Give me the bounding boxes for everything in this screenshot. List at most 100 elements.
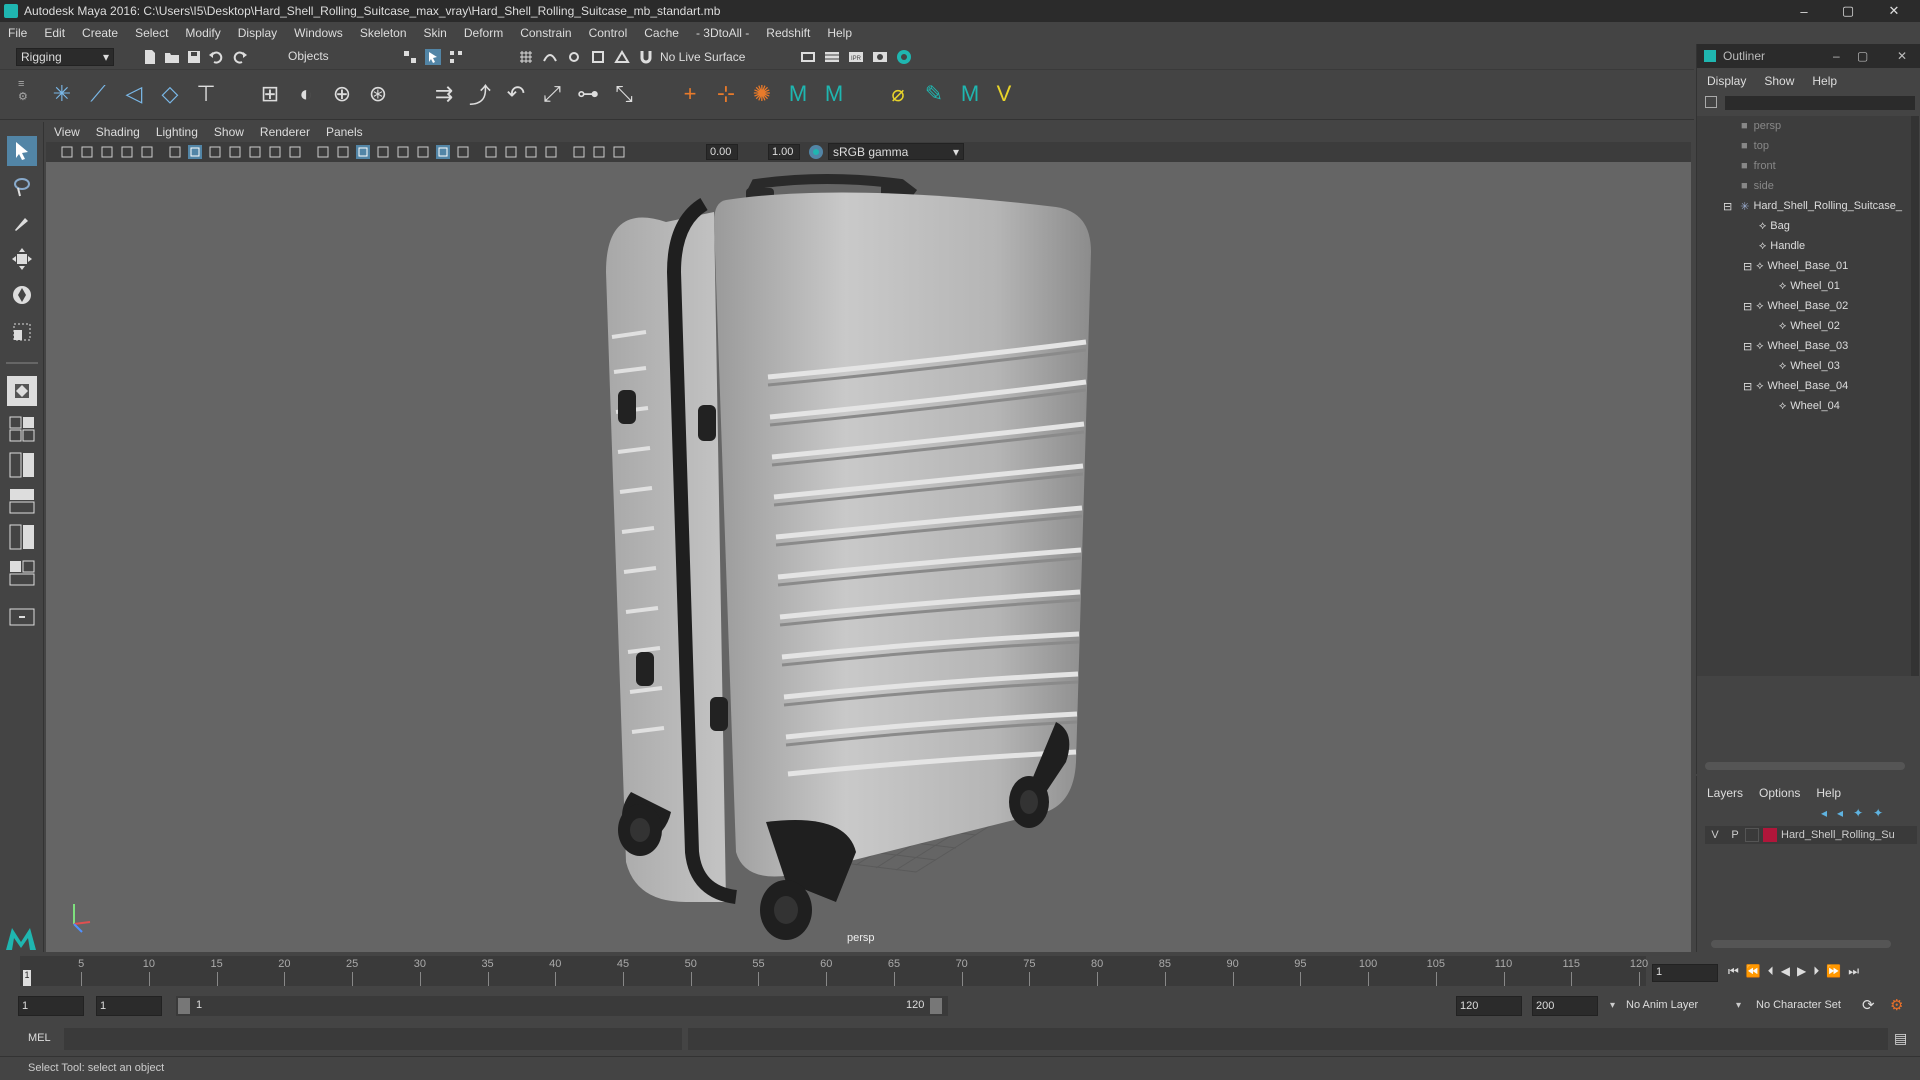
cluster-icon[interactable]: ⊛ xyxy=(364,80,392,108)
gamma-field[interactable]: 1.00 xyxy=(768,144,800,160)
menu-modify[interactable]: Modify xyxy=(185,26,220,40)
outliner-item-side[interactable]: ■ side xyxy=(1741,176,1774,196)
four-pane-layout-icon[interactable] xyxy=(7,414,37,444)
step-forward-key-icon[interactable]: ⏵ xyxy=(1813,964,1819,979)
move-tool-icon[interactable] xyxy=(7,244,37,274)
field-chart-icon[interactable] xyxy=(268,145,282,159)
graph-layout-icon[interactable] xyxy=(7,522,37,552)
lasso-tool-icon[interactable] xyxy=(7,172,37,202)
menu-cache[interactable]: Cache xyxy=(644,26,679,40)
layer-reference-toggle[interactable] xyxy=(1745,828,1759,842)
outliner-menu-show[interactable]: Show xyxy=(1764,74,1794,88)
sdk-icon[interactable]: ✺ xyxy=(748,80,776,108)
joint-tool-icon[interactable]: ✳ xyxy=(48,80,76,108)
range-end-handle[interactable] xyxy=(930,998,942,1014)
snap-point-icon[interactable] xyxy=(566,49,582,65)
depth-of-field-icon[interactable] xyxy=(612,145,626,159)
xray-joints-icon[interactable] xyxy=(436,145,450,159)
scale-tool-icon[interactable] xyxy=(7,316,37,346)
render-view-icon[interactable] xyxy=(872,49,888,65)
bookmark-icon[interactable] xyxy=(100,145,114,159)
menu-select[interactable]: Select xyxy=(135,26,168,40)
wireframe-icon[interactable] xyxy=(336,145,350,159)
menu-help[interactable]: Help xyxy=(827,26,852,40)
outliner-item-suitcase-group[interactable]: ⊟ ✳ Hard_Shell_Rolling_Suitcase_ xyxy=(1723,196,1902,216)
select-tool-icon[interactable] xyxy=(7,136,37,166)
layer-move-up-icon[interactable]: ◂ xyxy=(1821,806,1827,820)
grid-icon[interactable] xyxy=(188,145,202,159)
auto-key-icon[interactable]: ⟳ xyxy=(1862,996,1875,1014)
layer-menu-layers[interactable]: Layers xyxy=(1707,786,1743,800)
rotate-tool-icon[interactable] xyxy=(7,280,37,310)
open-scene-icon[interactable] xyxy=(164,49,180,65)
view-transform-dropdown[interactable]: sRGB gamma ▾ xyxy=(828,143,964,160)
current-frame-field[interactable]: 1 xyxy=(1652,964,1718,982)
film-gate-icon[interactable] xyxy=(208,145,222,159)
collapse-icon[interactable]: ⊟ xyxy=(1743,300,1752,313)
ik-handle-icon[interactable]: ⟋ xyxy=(84,80,112,108)
anim-layer-dropdown[interactable]: No Anim Layer xyxy=(1626,999,1698,1011)
shadows-icon[interactable] xyxy=(484,145,498,159)
outliner-search-input[interactable] xyxy=(1725,96,1915,110)
2d-pan-zoom-icon[interactable] xyxy=(140,145,154,159)
layer-row[interactable]: V P Hard_Shell_Rolling_Su xyxy=(1705,826,1917,844)
set-driven-key-icon[interactable]: ⊹ xyxy=(712,80,740,108)
menu-control[interactable]: Control xyxy=(589,26,628,40)
collapse-icon[interactable]: ⊟ xyxy=(1723,200,1732,213)
snap-view-plane-icon[interactable] xyxy=(590,49,606,65)
outliner-item-wheel-base-03[interactable]: ⊟ ⟡ Wheel_Base_03 xyxy=(1743,336,1848,356)
outliner-filter-icon[interactable] xyxy=(1705,96,1717,108)
image-plane-icon[interactable] xyxy=(120,145,134,159)
outliner-item-wheel-04[interactable]: ⟡ Wheel_04 xyxy=(1779,396,1840,416)
use-all-lights-icon[interactable] xyxy=(456,145,470,159)
play-forwards-icon[interactable]: ▶ xyxy=(1797,964,1806,979)
viewport-menu-show[interactable]: Show xyxy=(214,125,244,139)
anti-alias-icon[interactable] xyxy=(544,145,558,159)
outliner-vertical-scrollbar[interactable] xyxy=(1911,116,1919,676)
script-language-toggle[interactable]: MEL xyxy=(28,1032,51,1044)
viewport-menu-panels[interactable]: Panels xyxy=(326,125,363,139)
layer-playback-toggle[interactable]: P xyxy=(1725,829,1745,841)
smooth-shade-icon[interactable] xyxy=(356,145,370,159)
render-settings-icon[interactable] xyxy=(800,49,816,65)
menu-redshift[interactable]: Redshift xyxy=(766,26,810,40)
playback-start-field[interactable]: 1 xyxy=(96,996,162,1016)
bind-skin-icon[interactable]: ⊞ xyxy=(256,80,284,108)
single-pane-layout-icon[interactable] xyxy=(7,376,37,406)
outliner-item-wheel-03[interactable]: ⟡ Wheel_03 xyxy=(1779,356,1840,376)
layer-visibility-toggle[interactable]: V xyxy=(1705,829,1725,841)
new-scene-icon[interactable] xyxy=(142,49,158,65)
camera-attributes-icon[interactable] xyxy=(80,145,94,159)
insert-joint-icon[interactable]: ◇ xyxy=(156,80,184,108)
two-pane-layout-icon[interactable] xyxy=(7,450,37,480)
menu-deform[interactable]: Deform xyxy=(464,26,503,40)
menu-display[interactable]: Display xyxy=(238,26,277,40)
snap-curve-icon[interactable] xyxy=(542,49,558,65)
brush-icon[interactable]: ✎ xyxy=(920,80,948,108)
time-slider-track[interactable]: 5 10 15 20 25 30 35 40 45 50 55 60 65 70 75 80 85 90 95 100… xyxy=(20,956,1648,986)
ik-spline-icon[interactable]: ◁ xyxy=(120,80,148,108)
snap-surface-icon[interactable] xyxy=(614,49,630,65)
end-time-field[interactable]: 200 xyxy=(1532,996,1598,1016)
outliner-maximize-button[interactable]: ▢ xyxy=(1857,49,1868,63)
redo-icon[interactable] xyxy=(232,49,248,65)
snap-grid-icon[interactable] xyxy=(518,49,534,65)
shelf-menu-icon[interactable]: ≡ ⚙ xyxy=(18,78,34,112)
outliner-item-wheel-base-04[interactable]: ⊟ ⟡ Wheel_Base_04 xyxy=(1743,376,1848,396)
layer-menu-options[interactable]: Options xyxy=(1759,786,1800,800)
range-start-handle[interactable] xyxy=(178,998,190,1014)
color-management-icon[interactable] xyxy=(808,144,824,160)
time-slider[interactable]: 5 10 15 20 25 30 35 40 45 50 55 60 65 70 75 80 85 90 95 100… xyxy=(0,952,1859,990)
xray-active-icon[interactable] xyxy=(416,145,430,159)
minimize-button[interactable]: – xyxy=(1784,0,1824,22)
hik-icon[interactable]: ⌀ xyxy=(884,80,912,108)
go-to-start-icon[interactable]: ⏮ xyxy=(1728,964,1739,979)
outliner-item-bag[interactable]: ⟡ Bag xyxy=(1759,216,1790,236)
safe-action-icon[interactable] xyxy=(288,145,302,159)
outliner-persp-layout-icon[interactable] xyxy=(7,486,37,516)
outliner-minimize-button[interactable]: – xyxy=(1833,49,1840,63)
outliner-item-persp[interactable]: ■ persp xyxy=(1741,116,1781,136)
menu-file[interactable]: File xyxy=(8,26,27,40)
menu-constrain[interactable]: Constrain xyxy=(520,26,571,40)
hypershade-layout-icon[interactable] xyxy=(7,558,37,588)
